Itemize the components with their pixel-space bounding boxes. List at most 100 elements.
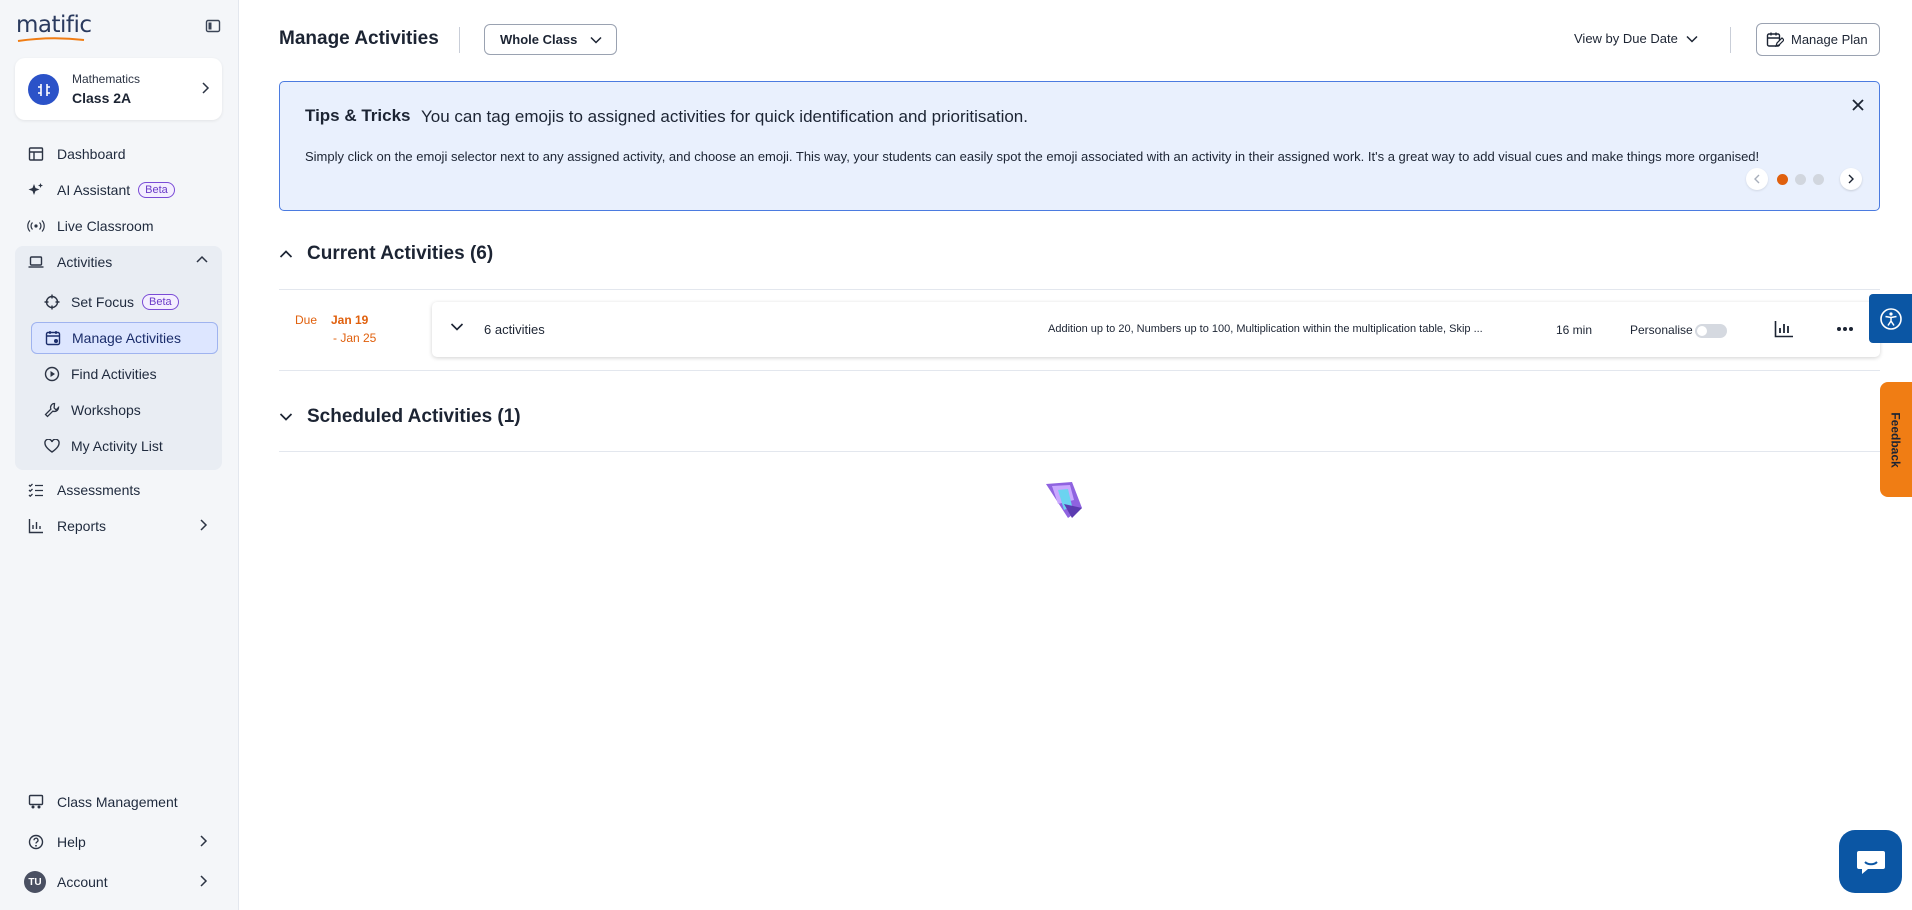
chevron-right-icon <box>1848 174 1854 184</box>
sidebar-item-set-focus[interactable]: Set Focus Beta <box>31 286 218 318</box>
sidebar: matific Mathematics Class 2A Dashboard A… <box>0 0 239 910</box>
sidebar-item-label: Set Focus <box>71 294 135 310</box>
group-select-dropdown[interactable]: Whole Class <box>484 24 617 55</box>
activity-count: 6 activities <box>484 322 545 337</box>
sidebar-item-ai-assistant[interactable]: AI Assistant Beta <box>15 174 222 206</box>
bar-chart-icon <box>27 517 45 535</box>
sidebar-item-workshops[interactable]: Workshops <box>31 394 218 426</box>
class-name: Class 2A <box>72 90 132 106</box>
chevron-right-icon <box>200 835 208 847</box>
sidebar-item-label: Help <box>57 834 86 850</box>
chevron-left-icon <box>1754 174 1760 184</box>
sidebar-item-live-classroom[interactable]: Live Classroom <box>15 210 222 242</box>
sidebar-item-manage-activities[interactable]: Manage Activities <box>31 322 218 354</box>
sidebar-item-find-activities[interactable]: Find Activities <box>31 358 218 390</box>
divider <box>279 451 1880 452</box>
logo-row: matific <box>16 12 223 42</box>
tips-headline: You can tag emojis to assigned activitie… <box>421 107 1028 126</box>
chevron-down-icon <box>1686 35 1698 43</box>
dashboard-icon <box>27 145 45 163</box>
tips-banner: Tips & Tricks You can tag emojis to assi… <box>279 81 1880 211</box>
chevron-up-icon <box>196 255 208 263</box>
sidebar-item-class-management[interactable]: Class Management <box>15 786 222 818</box>
chevron-right-icon <box>200 519 208 531</box>
sidebar-item-label: Class Management <box>57 794 178 810</box>
chevron-down-icon <box>279 413 293 421</box>
chevron-right-icon <box>202 82 210 94</box>
sidebar-item-account[interactable]: TU Account <box>15 866 222 898</box>
loading-spinner-icon <box>1046 482 1082 518</box>
sidebar-item-dashboard[interactable]: Dashboard <box>15 138 222 170</box>
matific-logo[interactable]: matific <box>16 12 92 38</box>
activity-group-card[interactable]: 6 activities Addition up to 20, Numbers … <box>432 302 1880 357</box>
beta-badge: Beta <box>142 294 179 310</box>
sidebar-item-activities[interactable]: Activities <box>15 246 222 278</box>
view-by-label: View by Due Date <box>1574 31 1678 46</box>
carousel-next-button[interactable] <box>1840 168 1862 190</box>
due-label: Due <box>295 313 318 327</box>
personalise-label: Personalise <box>1630 323 1693 337</box>
sidebar-item-label: Live Classroom <box>57 218 154 234</box>
sidebar-item-label: Assessments <box>57 482 141 498</box>
page-title: Manage Activities <box>279 28 439 49</box>
scheduled-activities-toggle[interactable]: Scheduled Activities (1) <box>279 406 521 428</box>
class-avatar <box>28 74 59 105</box>
personalise-toggle[interactable] <box>1695 324 1727 338</box>
calendar-icon <box>44 329 62 347</box>
carousel-dot[interactable] <box>1813 174 1824 185</box>
more-options-icon[interactable] <box>1836 326 1854 332</box>
sidebar-collapse-icon[interactable] <box>205 18 221 34</box>
feedback-tab[interactable]: Feedback <box>1880 382 1912 497</box>
divider <box>459 27 460 53</box>
sidebar-item-assessments[interactable]: Assessments <box>15 474 222 506</box>
close-icon[interactable] <box>1849 96 1867 114</box>
carousel-dot[interactable] <box>1795 174 1806 185</box>
due-start-date: Jan 19 <box>331 313 369 327</box>
view-by-dropdown[interactable]: View by Due Date <box>1574 31 1698 46</box>
play-circle-icon <box>43 365 61 383</box>
report-chart-icon[interactable] <box>1774 320 1794 338</box>
help-circle-icon <box>27 833 45 851</box>
sidebar-item-label: Dashboard <box>57 146 126 162</box>
class-selector-card[interactable]: Mathematics Class 2A <box>15 58 222 120</box>
sidebar-item-label: AI Assistant <box>57 182 131 198</box>
calendar-edit-icon <box>1766 32 1784 47</box>
accessibility-button[interactable] <box>1869 294 1912 343</box>
current-activities-toggle[interactable]: Current Activities (6) <box>279 243 493 265</box>
heart-icon <box>43 437 61 455</box>
carousel-prev-button[interactable] <box>1746 168 1768 190</box>
class-board-icon <box>27 793 45 811</box>
tips-body: Simply click on the emoji selector next … <box>305 149 1760 164</box>
carousel-dot[interactable] <box>1777 174 1788 185</box>
avatar: TU <box>24 871 46 893</box>
sidebar-item-label: Workshops <box>71 402 141 418</box>
chevron-down-icon[interactable] <box>450 322 464 332</box>
sidebar-item-label: My Activity List <box>71 438 163 454</box>
tips-title: Tips & Tricks <box>305 106 411 125</box>
divider <box>279 370 1880 371</box>
sidebar-item-label: Account <box>57 874 108 890</box>
activity-duration: 16 min <box>1556 323 1593 337</box>
sidebar-item-label: Activities <box>57 254 113 270</box>
manage-plan-button[interactable]: Manage Plan <box>1756 23 1880 56</box>
sidebar-item-reports[interactable]: Reports <box>15 510 222 542</box>
sidebar-item-label: Manage Activities <box>72 330 181 346</box>
scheduled-activities-heading: Scheduled Activities (1) <box>307 406 521 427</box>
feedback-label: Feedback <box>1889 411 1904 468</box>
manage-plan-label: Manage Plan <box>1791 32 1868 47</box>
sidebar-item-help[interactable]: Help <box>15 826 222 858</box>
chat-button[interactable] <box>1839 830 1902 893</box>
class-grid-icon <box>37 83 50 96</box>
due-end-date: - Jan 25 <box>333 331 377 345</box>
checklist-icon <box>27 481 45 499</box>
divider <box>1730 27 1731 53</box>
group-select-label: Whole Class <box>500 32 578 47</box>
chevron-right-icon <box>200 875 208 887</box>
crosshair-icon <box>43 293 61 311</box>
sidebar-item-label: Reports <box>57 518 107 534</box>
chevron-down-icon <box>590 36 602 44</box>
sidebar-item-my-activity-list[interactable]: My Activity List <box>31 430 218 462</box>
laptop-icon <box>27 253 45 271</box>
sidebar-item-label: Find Activities <box>71 366 157 382</box>
chevron-up-icon <box>279 250 293 258</box>
